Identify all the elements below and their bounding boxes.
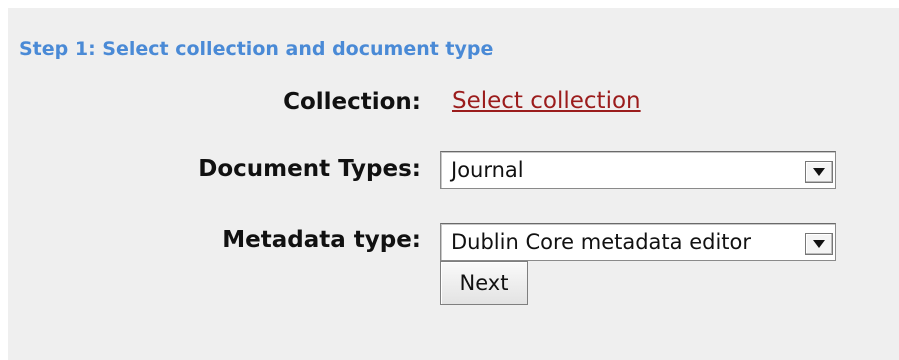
submission-form-panel: Step 1: Select collection and document t… <box>8 8 899 360</box>
document-types-label: Document Types: <box>198 156 421 182</box>
next-button[interactable]: Next <box>440 261 528 305</box>
document-types-selected-value: Journal <box>451 158 524 182</box>
chevron-down-icon[interactable] <box>805 233 833 255</box>
step-heading: Step 1: Select collection and document t… <box>19 38 494 60</box>
collection-label: Collection: <box>283 89 421 115</box>
metadata-type-label: Metadata type: <box>222 227 421 253</box>
document-types-select[interactable]: Journal <box>440 151 836 189</box>
chevron-down-icon[interactable] <box>805 161 833 183</box>
metadata-type-selected-value: Dublin Core metadata editor <box>451 230 751 254</box>
select-collection-link[interactable]: Select collection <box>452 88 641 114</box>
metadata-type-select[interactable]: Dublin Core metadata editor <box>440 223 836 261</box>
